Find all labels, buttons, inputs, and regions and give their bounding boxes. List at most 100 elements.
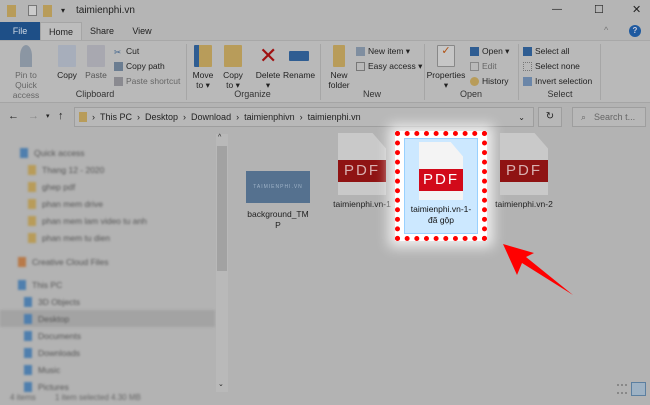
select-none-button[interactable]: Select none <box>523 61 580 71</box>
nav-scrollbar[interactable]: ^ ⌄ <box>216 134 228 392</box>
file-taimienphi-2[interactable]: PDF taimienphi.vn-2 <box>484 133 564 210</box>
invert-selection-button[interactable]: Invert selection <box>523 76 592 86</box>
nav-item[interactable]: Documents <box>0 327 215 344</box>
scissors-icon: ✂ <box>114 46 122 57</box>
paste-button[interactable]: Paste <box>83 45 109 80</box>
copy-to-button[interactable]: Copy to ▾ <box>220 45 246 90</box>
edit-button[interactable]: Edit <box>470 61 497 71</box>
copy-button[interactable]: Copy <box>54 45 80 80</box>
new-folder-icon <box>333 45 345 67</box>
nav-item[interactable]: Thang 12 - 2020 <box>0 161 215 178</box>
scroll-down-arrow[interactable]: ⌄ <box>218 380 224 388</box>
search-input[interactable]: ⌕ Search t... <box>572 107 646 127</box>
details-view-button[interactable] <box>617 384 627 394</box>
customize-toolbar-icon[interactable]: ▾ <box>61 6 65 15</box>
large-icons-view-button[interactable] <box>631 382 646 396</box>
properties-quick-icon[interactable] <box>28 5 37 16</box>
file-taimienphi-1[interactable]: PDF taimienphi.vn-1 <box>322 133 402 210</box>
tab-view[interactable]: View <box>124 22 160 40</box>
up-button[interactable]: ↑ <box>58 110 64 122</box>
scroll-up-arrow[interactable]: ^ <box>218 134 221 141</box>
file-background-tmp[interactable]: TAIMIENPHI.VN background_TMP <box>238 133 318 231</box>
recent-locations-button[interactable]: ▾ <box>46 112 50 120</box>
new-item-button[interactable]: New item ▾ <box>356 46 410 57</box>
nav-item-label: Downloads <box>38 347 81 358</box>
breadcrumb-this-pc[interactable]: This PC <box>100 112 132 122</box>
folder-icon <box>28 164 36 175</box>
new-folder-quick-icon[interactable] <box>43 5 52 17</box>
forward-button[interactable]: → <box>28 110 39 122</box>
move-to-button[interactable]: Move to ▾ <box>190 45 216 90</box>
item-count: 4 items <box>10 393 36 402</box>
breadcrumb-desktop[interactable]: Desktop <box>145 112 178 122</box>
paste-shortcut-button[interactable]: Paste shortcut <box>114 76 180 86</box>
minimize-button[interactable]: — <box>552 4 562 15</box>
nav-item[interactable]: 3D Objects <box>0 293 215 310</box>
folder-icon <box>28 198 36 209</box>
nav-item[interactable]: ghep pdf <box>0 178 215 195</box>
select-all-button[interactable]: Select all <box>523 46 570 56</box>
breadcrumb-sep: › <box>236 112 240 122</box>
folder-icon <box>28 232 36 243</box>
help-icon[interactable]: ? <box>629 25 641 37</box>
file-name: taimienphi.vn-1-đã gộp <box>410 204 472 225</box>
nav-item[interactable]: phan mem drive <box>0 195 215 212</box>
new-folder-button[interactable]: New folder <box>324 45 354 90</box>
scroll-thumb[interactable] <box>217 146 227 271</box>
status-bar: 4 items 1 item selected 4.30 MB <box>0 382 650 405</box>
nav-item[interactable]: Music <box>0 361 215 378</box>
back-button[interactable]: ← <box>8 110 19 122</box>
nav-item[interactable]: This PC <box>0 276 215 293</box>
rename-button[interactable]: Rename <box>283 45 315 80</box>
file-name: taimienphi.vn-1 <box>333 199 391 209</box>
nav-item[interactable]: Quick access <box>0 144 215 161</box>
delete-x-icon: ✕ <box>259 43 278 68</box>
nav-item[interactable]: Downloads <box>0 344 215 361</box>
nav-item[interactable]: phan mem tu dien <box>0 229 215 246</box>
folder-icon <box>18 279 26 290</box>
group-organize-label: Organize <box>234 89 271 99</box>
copy-path-button[interactable]: Copy path <box>114 61 165 71</box>
easy-access-button[interactable]: Easy access ▾ <box>356 61 422 72</box>
address-bar[interactable]: › This PC › Desktop › Download › taimienphi… <box>74 107 534 127</box>
address-row: ← → ▾ ↑ › This PC › Desktop › Download › ta… <box>0 104 650 130</box>
breadcrumb-current[interactable]: taimienphi.vn <box>308 112 361 122</box>
folder-icon <box>18 256 26 267</box>
breadcrumb-sep: › <box>92 112 95 122</box>
pin-icon <box>20 45 32 67</box>
file-taimienphi-1-da-gop[interactable]: PDF taimienphi.vn-1-đã gộp <box>404 138 478 234</box>
properties-button[interactable]: ✓ Properties ▾ <box>426 45 466 90</box>
collapse-ribbon-icon[interactable]: ^ <box>604 25 608 35</box>
copy-to-icon <box>224 45 242 67</box>
paste-shortcut-icon <box>114 76 123 86</box>
edit-icon <box>470 61 479 71</box>
nav-item[interactable]: phan mem lam video tu anh <box>0 212 215 229</box>
address-dropdown-icon[interactable]: ⌄ <box>518 113 525 122</box>
file-name: taimienphi.vn-2 <box>495 199 553 209</box>
breadcrumb-download[interactable]: Download <box>191 112 231 122</box>
select-all-icon <box>523 46 532 56</box>
history-button[interactable]: History <box>470 76 508 86</box>
folder-icon <box>28 181 36 192</box>
open-button[interactable]: Open ▾ <box>470 46 509 57</box>
nav-item-label: phan mem drive <box>42 198 103 209</box>
maximize-button[interactable]: ☐ <box>594 3 604 16</box>
tab-home[interactable]: Home <box>40 22 82 40</box>
nav-item[interactable]: Desktop <box>0 310 215 327</box>
folder-icon <box>24 381 32 392</box>
close-button[interactable]: ✕ <box>632 3 641 16</box>
group-clipboard-label: Clipboard <box>75 89 115 99</box>
pdf-badge: PDF <box>500 160 548 182</box>
breadcrumb-taimienphivn[interactable]: taimienphivn <box>244 112 295 122</box>
nav-item[interactable]: Creative Cloud Files <box>0 253 215 270</box>
cut-button[interactable]: ✂ Cut <box>114 46 139 57</box>
delete-button[interactable]: ✕ Delete ▾ <box>254 43 282 91</box>
divider <box>600 44 601 100</box>
window-title: taimienphi.vn <box>76 5 135 16</box>
refresh-button[interactable]: ↻ <box>538 107 562 127</box>
folder-icon <box>24 296 32 307</box>
tab-share[interactable]: Share <box>84 22 120 40</box>
folder-icon <box>7 5 16 17</box>
tab-file[interactable]: File <box>0 22 40 40</box>
divider <box>518 44 519 100</box>
